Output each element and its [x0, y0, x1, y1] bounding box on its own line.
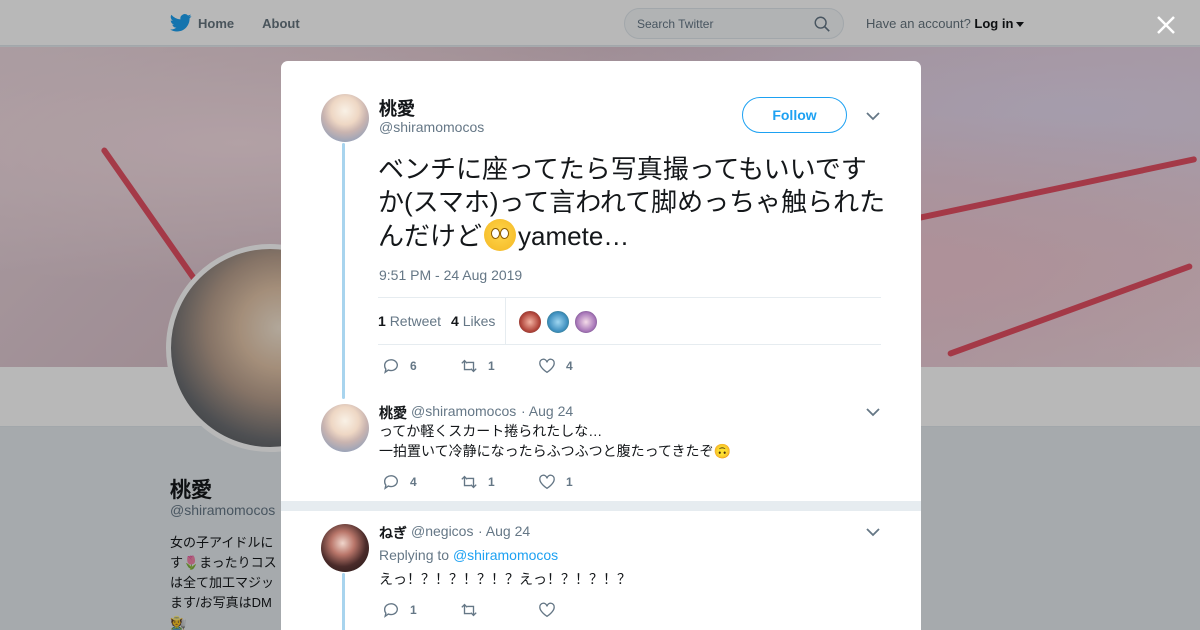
thread-line: [342, 143, 345, 399]
reply-line: 一拍置いて冷静になったらふつふつと腹たってきたぞ🙃: [379, 443, 731, 459]
thread-line: [342, 573, 345, 630]
likes-count: 4: [451, 313, 459, 329]
replying-prefix: Replying to: [379, 547, 450, 563]
chevron-down-icon[interactable]: [866, 111, 880, 121]
tweet-actions: 6 1 4: [382, 357, 616, 375]
replying-to-link[interactable]: @shiramomocos: [453, 547, 558, 563]
likes-stat[interactable]: 4 Likes: [451, 313, 495, 329]
retweet-button[interactable]: [460, 601, 538, 619]
tweet-text: ベンチに座ってたら写真撮ってもいいですか(スマホ)って言われて脚めっちゃ触られた…: [378, 153, 888, 253]
reply-icon: [384, 603, 398, 618]
retweet-icon: [461, 359, 477, 373]
reply-line: ってか軽くスカート捲られたしな…: [379, 423, 603, 439]
reply-count: 6: [410, 359, 417, 373]
like-button[interactable]: 1: [538, 473, 616, 491]
liker-avatar[interactable]: [546, 310, 570, 334]
heart-icon: [539, 474, 555, 490]
retweet-count: 1: [488, 359, 495, 373]
tweet-author-handle[interactable]: @shiramomocos: [379, 119, 484, 135]
retweet-stat[interactable]: 1 Retweet: [378, 313, 441, 329]
like-count: 4: [566, 359, 573, 373]
reply-icon: [384, 359, 398, 374]
liker-avatar[interactable]: [518, 310, 542, 334]
section-separator: [281, 501, 921, 511]
retweet-count: 1: [378, 313, 386, 329]
reply-button[interactable]: 1: [382, 601, 460, 619]
reply-author-name[interactable]: ねぎ: [379, 523, 407, 543]
reply-text: えっ！？！？！？！？えっ！？！？！？: [379, 571, 631, 587]
avatar[interactable]: [321, 524, 369, 572]
tweet-stats: 1 Retweet 4 Likes: [378, 297, 881, 345]
heart-icon: [539, 602, 555, 618]
retweet-stat-label: Retweet: [389, 313, 442, 329]
like-button[interactable]: 4: [538, 357, 616, 375]
likes-stat-label: Likes: [462, 313, 496, 329]
reply-actions: 4 1 1: [382, 473, 616, 491]
heart-icon: [539, 358, 555, 374]
follow-button[interactable]: Follow: [742, 97, 847, 133]
tweet-text-main: ベンチに座ってたら写真撮ってもいいですか(スマホ)って言われて脚めっちゃ触られた…: [378, 154, 886, 251]
reply-actions: 1: [382, 601, 616, 619]
eye-roll-emoji-icon: [484, 219, 517, 251]
reply-text: ってか軽くスカート捲られたしな… 一拍置いて冷静になったらふつふつと腹たってきた…: [379, 421, 731, 461]
retweet-icon: [461, 603, 477, 617]
reply-author-handle[interactable]: @negicos: [411, 523, 473, 539]
chevron-down-icon[interactable]: [866, 407, 880, 417]
stats-divider: [505, 298, 506, 345]
reply-count: 1: [410, 603, 417, 617]
reply-button[interactable]: 6: [382, 357, 460, 375]
replying-to: Replying to @shiramomocos: [379, 547, 558, 563]
retweet-count: 1: [488, 475, 495, 489]
reply-button[interactable]: 4: [382, 473, 460, 491]
like-count: 1: [566, 475, 573, 489]
avatar[interactable]: [321, 94, 369, 142]
chevron-down-icon[interactable]: [866, 527, 880, 537]
reply-author-handle[interactable]: @shiramomocos: [411, 403, 516, 419]
tweet-text-tail: yamete…: [518, 221, 630, 251]
tweet-modal: 桃愛 @shiramomocos Follow ベンチに座ってたら写真撮ってもい…: [281, 61, 921, 630]
reply-count: 4: [410, 475, 417, 489]
reply-date[interactable]: · Aug 24: [478, 523, 530, 539]
reply-author-name[interactable]: 桃愛: [379, 403, 407, 423]
reply-icon: [384, 475, 398, 490]
retweet-button[interactable]: 1: [460, 473, 538, 491]
avatar[interactable]: [321, 404, 369, 452]
tweet-timestamp[interactable]: 9:51 PM - 24 Aug 2019: [379, 267, 522, 283]
reply-date[interactable]: · Aug 24: [521, 403, 573, 419]
retweet-button[interactable]: 1: [460, 357, 538, 375]
retweet-icon: [461, 475, 477, 489]
tweet-author-name[interactable]: 桃愛: [379, 95, 415, 121]
like-button[interactable]: [538, 601, 616, 619]
close-icon[interactable]: [1153, 12, 1179, 38]
liker-avatar[interactable]: [574, 310, 598, 334]
